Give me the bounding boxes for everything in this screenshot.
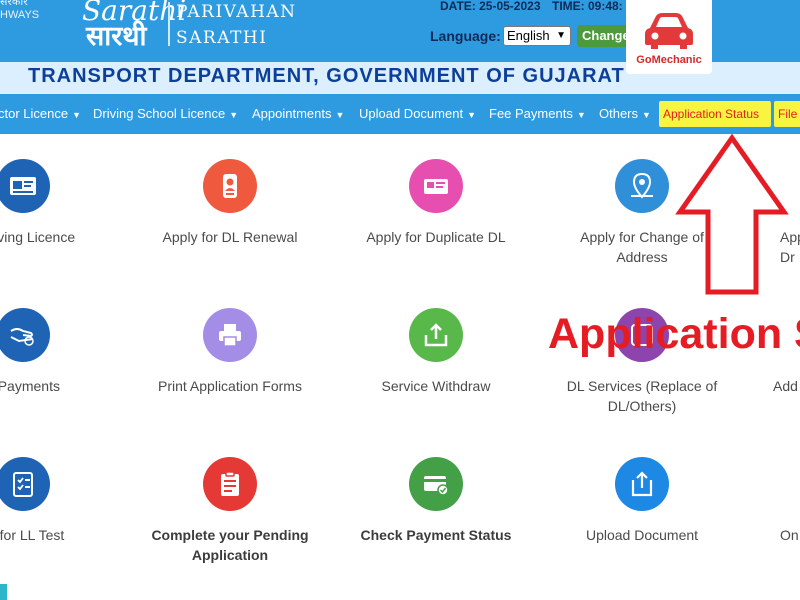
current-date: DATE: 25-05-2023: [440, 0, 541, 13]
tile-label: Add: [773, 378, 798, 394]
tile-label: Complete your Pending Application: [151, 527, 309, 563]
tile-label: Service Withdraw: [381, 378, 491, 394]
tile-upload-document[interactable]: Upload Document: [542, 457, 742, 577]
tile-label: Print Application Forms: [158, 378, 302, 394]
tile-label: Apply for Duplicate DL: [366, 229, 506, 245]
application-status-button[interactable]: Application Status: [659, 101, 771, 127]
tile-dl-renewal[interactable]: Apply for DL Renewal: [130, 159, 330, 279]
caret-down-icon: ▼: [576, 110, 586, 120]
sarathi-logo-hi[interactable]: सारथी: [86, 16, 147, 53]
department-title: TRANSPORT DEPARTMENT, GOVERNMENT OF GUJA…: [28, 65, 625, 87]
car-icon: [645, 13, 693, 49]
language-label: Language:: [430, 28, 501, 44]
tile-label: ial for LL Test: [0, 527, 65, 543]
gomechanic-watermark: GoMechanic: [626, 0, 712, 74]
nav-item-driving-school-licence[interactable]: Driving School Licence ▼: [93, 94, 238, 134]
tile-driving-licence[interactable]: r Driving Licence: [0, 159, 123, 279]
printer-icon: [203, 308, 257, 362]
tile-ll-test[interactable]: ial for LL Test: [0, 457, 123, 577]
upload-doc-icon: [615, 457, 669, 511]
change-language-button[interactable]: Change: [577, 25, 633, 47]
tile-print-application-forms[interactable]: Print Application Forms: [130, 308, 330, 428]
caret-down-icon: ▼: [642, 110, 651, 120]
caret-down-icon: ▼: [467, 110, 476, 120]
card-check-icon: [409, 457, 463, 511]
portal-name-line2: SARATHI: [176, 28, 268, 48]
scroll-corner-mark: [0, 584, 7, 600]
person-card-icon: [203, 159, 257, 213]
nav-item-fee-payments[interactable]: Fee Payments ▼: [489, 94, 586, 134]
tile-complete-pending-application[interactable]: Complete your Pending Application: [130, 457, 330, 577]
tile-label: Upload Document: [585, 527, 699, 543]
caret-down-icon: ▼: [335, 110, 345, 120]
file-button[interactable]: File: [774, 101, 800, 127]
tile-service-withdraw[interactable]: Service Withdraw: [336, 308, 536, 428]
tile-fee-payments[interactable]: e Payments: [0, 308, 123, 428]
nav-item-others[interactable]: Others ▼: [599, 94, 651, 134]
tile-label: Check Payment Status: [360, 527, 512, 543]
checklist-icon: [0, 457, 50, 511]
annotation-text: Application S: [548, 310, 800, 358]
nav-item-upload-document[interactable]: Upload Document ▼: [359, 94, 476, 134]
annotation-arrow-icon: [675, 134, 789, 295]
tile-label: Apply for DL Renewal: [162, 229, 298, 245]
tile-label: On: [780, 527, 799, 543]
language-select[interactable]: English ▼: [503, 26, 571, 46]
upload-box-icon: [409, 308, 463, 362]
portal-name-line1: PARIVAHAN: [176, 2, 297, 22]
tile-label: DL Services (Replace of DL/Others): [566, 378, 718, 414]
tile-partial-right-3[interactable]: On: [748, 457, 800, 577]
chevron-down-icon: ▼: [556, 30, 566, 41]
nav-item-conductor-licence[interactable]: ctor Licence ▼: [0, 94, 81, 134]
tile-check-payment-status[interactable]: Check Payment Status: [336, 457, 536, 577]
tile-label: e Payments: [0, 378, 60, 394]
logo-divider: [168, 2, 170, 46]
caret-down-icon: ▼: [229, 110, 239, 120]
ministry-text: सरकार HWAYS: [0, 0, 40, 21]
id-card-icon: [0, 159, 50, 213]
clipboard-icon: [203, 457, 257, 511]
gomechanic-brand-text: GoMechanic: [636, 54, 702, 66]
sarathi-portal-page: सरकार HWAYS Sarathi सारथी PARIVAHAN SARA…: [0, 0, 800, 600]
tile-label: r Driving Licence: [0, 229, 76, 245]
tile-duplicate-dl[interactable]: Apply for Duplicate DL: [336, 159, 536, 279]
location-pin-icon: [615, 159, 669, 213]
current-time: TIME: 09:48:: [552, 0, 623, 13]
hand-coin-icon: [0, 308, 50, 362]
duplicate-card-icon: [409, 159, 463, 213]
caret-down-icon: ▼: [72, 110, 82, 120]
main-nav: ctor Licence ▼ Driving School Licence ▼ Ap…: [0, 94, 800, 134]
nav-item-appointments[interactable]: Appointments ▼: [252, 94, 344, 134]
